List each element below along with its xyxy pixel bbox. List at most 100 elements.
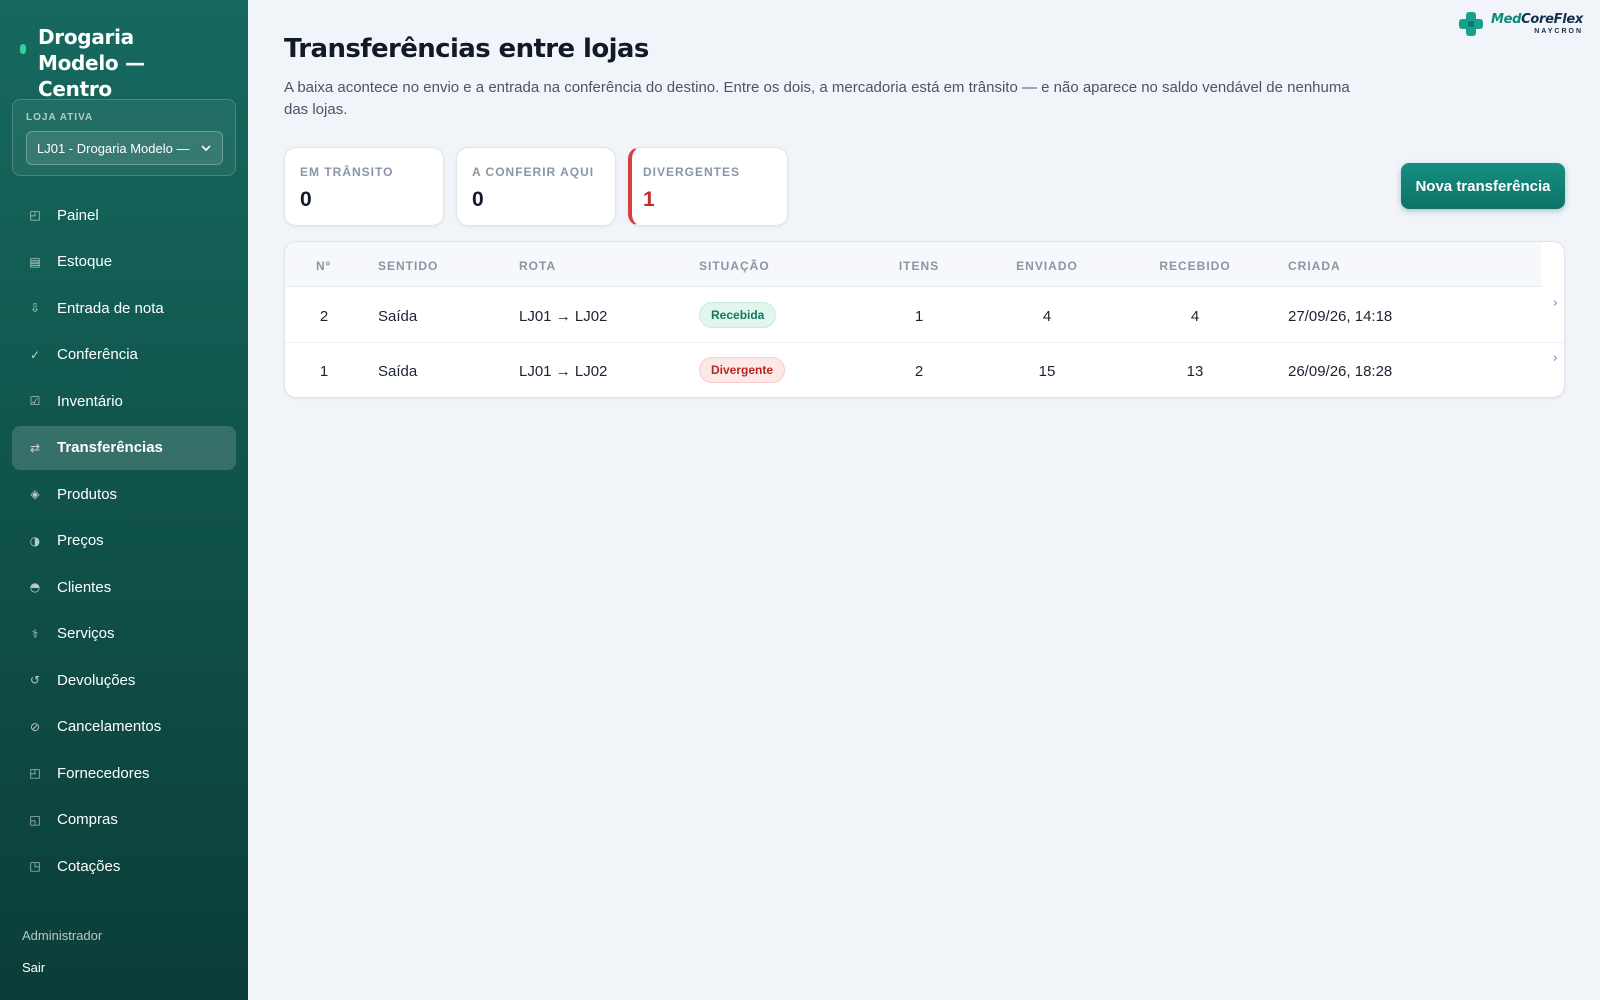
sidebar-item-label: Transferências <box>57 439 163 456</box>
quote-icon: ◳ <box>29 859 41 873</box>
table-row[interactable]: 2 Saída LJ01 → LJ02 Recebida 1 4 4 27/09… <box>285 288 1564 343</box>
table-header: Nº SENTIDO ROTA SITUAÇÃO ITENS ENVIADO R… <box>285 242 1541 287</box>
cell-received: 4 <box>1190 308 1200 325</box>
check-icon: ✓ <box>29 347 41 362</box>
product-icon: ◈ <box>30 487 40 501</box>
cell-created: 27/09/26, 14:18 <box>1288 308 1393 325</box>
stat-value: 0 <box>472 188 484 211</box>
download-icon: ⇩ <box>29 301 41 315</box>
column-header-sent: ENVIADO <box>1016 259 1078 273</box>
cell-direction: Saída <box>378 308 418 325</box>
sidebar-item-produtos[interactable]: ◈ Produtos <box>12 472 236 516</box>
cell-route: LJ01 → LJ02 <box>519 308 608 325</box>
sidebar-item-label: Devoluções <box>57 671 136 689</box>
transfers-table: Nº SENTIDO ROTA SITUAÇÃO ITENS ENVIADO R… <box>284 241 1565 398</box>
page-title: Transferências entre lojas <box>284 34 649 64</box>
chevron-right-icon: › <box>1552 351 1558 366</box>
sidebar-item-servicos[interactable]: ⚕ Serviços <box>12 612 236 656</box>
sidebar-nav: ◰ Painel ▤ Estoque ⇩ Entrada de nota ✓ Confe… <box>12 193 236 891</box>
checkbox-icon: ☑ <box>29 394 41 408</box>
sidebar-item-transferencias[interactable]: ⇄ Transferências <box>12 425 236 470</box>
cell-number: 1 <box>319 363 329 380</box>
cell-created: 26/09/26, 18:28 <box>1288 363 1393 380</box>
sidebar-item-label: Estoque <box>57 253 113 270</box>
price-icon: ◑ <box>29 533 41 548</box>
active-store-select[interactable]: LJ01 - Drogaria Modelo — <box>26 131 223 165</box>
sidebar-item-label: Entrada de nota <box>57 299 164 317</box>
caduceus-icon: ⚕ <box>31 626 39 641</box>
stat-label: A CONFERIR AQUI <box>472 165 595 179</box>
logo-name-part: CoreFlex <box>1521 12 1583 27</box>
brand-title: Drogaria Modelo — Centro <box>38 25 145 101</box>
brand: Drogaria Modelo — Centro <box>20 24 220 102</box>
column-header-created: CRIADA <box>1288 259 1341 273</box>
sidebar-item-painel[interactable]: ◰ Painel <box>12 193 236 237</box>
chevron-right-icon: › <box>1552 296 1558 311</box>
sidebar-item-estoque[interactable]: ▤ Estoque <box>12 240 236 284</box>
sidebar-item-cancelamentos[interactable]: ⊘ Cancelamentos <box>12 705 236 749</box>
sidebar-item-clientes[interactable]: ◓ Clientes <box>12 565 236 609</box>
active-store-label: LOJA ATIVA <box>26 112 94 123</box>
sidebar-item-compras[interactable]: ◱ Compras <box>12 798 236 842</box>
stat-label: EM TRÂNSITO <box>300 165 394 179</box>
cell-received: 13 <box>1186 363 1204 380</box>
status-badge: Divergente <box>699 357 786 383</box>
dashboard-icon: ◰ <box>29 208 41 222</box>
medical-cross-logo-icon <box>1458 12 1483 36</box>
page-description: A baixa acontece no envio e a entrada na… <box>284 79 1350 118</box>
cancel-icon: ⊘ <box>29 719 41 734</box>
cell-items: 1 <box>914 308 924 325</box>
stock-icon: ▤ <box>29 254 41 269</box>
stat-card-to-check: A CONFERIR AQUI 0 <box>456 147 616 226</box>
active-store-box: LOJA ATIVA LJ01 - Drogaria Modelo — <box>12 99 236 176</box>
customer-icon: ◓ <box>29 580 41 594</box>
main-content: MedCoreFlex NAYCRON Transferências entre… <box>248 0 1600 1000</box>
column-header-status: SITUAÇÃO <box>699 259 770 273</box>
stat-value: 0 <box>300 188 312 211</box>
column-header-received: RECEBIDO <box>1159 259 1231 273</box>
sidebar-item-label: Cotações <box>57 857 121 875</box>
supplier-icon: ◰ <box>29 766 41 780</box>
cell-items: 2 <box>914 363 924 380</box>
logo-subtitle: NAYCRON <box>1534 28 1583 35</box>
status-badge: Recebida <box>699 302 777 328</box>
sidebar-item-label: Serviços <box>57 625 115 642</box>
active-store-value: LJ01 - Drogaria Modelo — <box>37 140 190 156</box>
sidebar-item-inventario[interactable]: ☑ Inventário <box>12 379 236 423</box>
logo-text: MedCoreFlex NAYCRON <box>1491 13 1583 35</box>
cell-number: 2 <box>319 308 329 325</box>
sidebar-item-precos[interactable]: ◑ Preços <box>12 519 236 563</box>
sidebar-item-entrada-de-nota[interactable]: ⇩ Entrada de nota <box>12 286 236 330</box>
sidebar-item-label: Produtos <box>57 485 118 503</box>
stat-card-divergent: DIVERGENTES 1 <box>628 147 788 226</box>
sidebar-item-label: Compras <box>57 811 118 828</box>
logo-name: MedCoreFlex <box>1491 13 1583 26</box>
sidebar-item-fornecedores[interactable]: ◰ Fornecedores <box>12 751 236 795</box>
status-dot-icon <box>20 44 26 54</box>
sidebar-item-label: Cancelamentos <box>57 718 162 735</box>
purchase-icon: ◱ <box>29 812 41 827</box>
cell-sent: 4 <box>1042 308 1052 325</box>
column-header-items: ITENS <box>898 259 940 273</box>
table-row[interactable]: 1 Saída LJ01 → LJ02 Divergente 2 15 13 2… <box>285 343 1564 397</box>
stat-card-in-transit: EM TRÂNSITO 0 <box>284 147 444 226</box>
logo-name-part: Med <box>1490 12 1522 27</box>
cell-direction: Saída <box>378 363 418 380</box>
new-transfer-button[interactable]: Nova transferência <box>1401 163 1565 209</box>
chevron-down-icon <box>201 145 211 151</box>
column-header-direction: SENTIDO <box>378 259 439 273</box>
cell-route: LJ01 → LJ02 <box>519 363 608 380</box>
sidebar: Drogaria Modelo — Centro LOJA ATIVA LJ01… <box>0 0 248 1000</box>
return-icon: ↺ <box>29 673 41 687</box>
sidebar-item-label: Conferência <box>57 346 138 363</box>
sidebar-item-conferencia[interactable]: ✓ Conferência <box>12 333 236 377</box>
logout-link[interactable]: Sair <box>22 960 45 975</box>
stat-label: DIVERGENTES <box>643 165 741 179</box>
sidebar-item-cotacoes[interactable]: ◳ Cotações <box>12 844 236 888</box>
cell-sent: 15 <box>1038 363 1056 380</box>
column-header-route: ROTA <box>519 259 557 273</box>
sidebar-item-label: Painel <box>57 206 99 224</box>
sidebar-item-devolucoes[interactable]: ↺ Devoluções <box>12 658 236 702</box>
transfer-icon: ⇄ <box>29 440 41 455</box>
sidebar-item-label: Fornecedores <box>57 764 150 782</box>
